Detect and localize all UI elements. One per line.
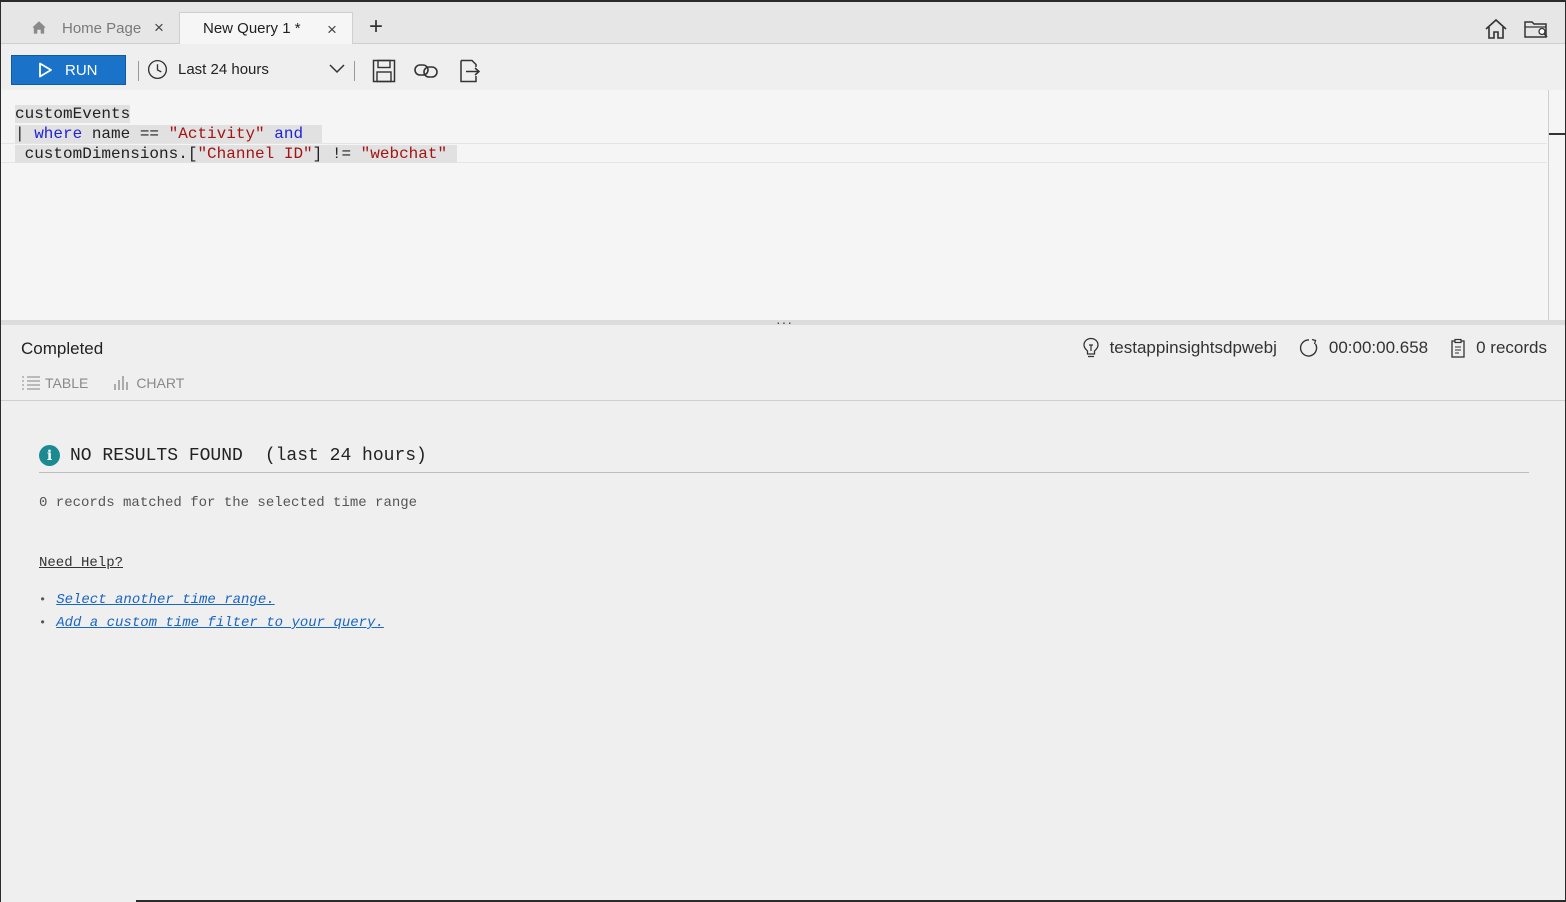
chart-icon <box>114 376 129 390</box>
bullet: • <box>39 616 47 630</box>
toolbar-divider <box>354 61 355 81</box>
export-icon[interactable] <box>456 58 482 84</box>
editor-scrollbar[interactable] <box>1548 90 1549 320</box>
link-icon[interactable] <box>413 58 439 84</box>
code-token: | <box>15 125 35 143</box>
list-item: • Add a custom time filter to your query… <box>39 612 1529 635</box>
tab-new-query[interactable]: New Query 1 * × <box>179 12 353 44</box>
code-token: name == <box>82 125 169 143</box>
code-string: "Channel ID" <box>197 145 313 163</box>
bullet: • <box>39 593 47 607</box>
splitter-grip[interactable]: ··· <box>776 314 793 330</box>
query-status: Completed <box>21 339 104 358</box>
query-text[interactable]: customEvents | where name == "Activity" … <box>15 104 457 164</box>
app-window: Home Page × New Query 1 * × + RUN Last 2… <box>0 0 1566 902</box>
code-keyword: where <box>34 125 83 143</box>
run-button[interactable]: RUN <box>11 55 126 85</box>
tab-strip: Home Page × New Query 1 * × + <box>1 2 1565 44</box>
records-count: 0 records <box>1476 338 1547 357</box>
tab-new-query-label: New Query 1 * <box>203 20 301 37</box>
results-divider <box>1 400 1565 401</box>
code-token: customDimensions.[ <box>15 145 198 163</box>
timer-icon <box>1299 338 1318 357</box>
plus-icon[interactable]: + <box>369 15 383 39</box>
tab-table[interactable]: TABLE <box>21 375 88 391</box>
scrollbar-marker <box>1549 133 1565 135</box>
tab-table-label: TABLE <box>45 375 89 391</box>
code-token: ] != <box>312 145 361 163</box>
home-icon <box>32 21 46 34</box>
records-info: 0 records <box>1450 338 1547 358</box>
code-line-2: | where name == "Activity" and <box>15 124 457 144</box>
tab-home-label: Home Page <box>62 19 142 37</box>
code-token: customEvents <box>15 105 131 123</box>
help-list: • Select another time range. • Add a cus… <box>39 589 1529 635</box>
table-icon <box>22 376 40 390</box>
list-item: • Select another time range. <box>39 589 1529 612</box>
query-editor[interactable]: customEvents | where name == "Activity" … <box>1 90 1565 320</box>
window-actions <box>1483 16 1549 42</box>
result-view-tabs: TABLE CHART <box>21 375 184 391</box>
save-icon[interactable] <box>371 58 397 84</box>
results-meta: testappinsightsdpwebj 00:00:00.658 0 rec… <box>1060 337 1547 359</box>
code-line-1: customEvents <box>15 104 457 124</box>
no-results-panel: i NO RESULTS FOUND (last 24 hours) 0 rec… <box>39 445 1529 635</box>
resource-info: testappinsightsdpwebj <box>1082 337 1277 359</box>
duration-info: 00:00:00.658 <box>1299 338 1428 358</box>
clipboard-icon <box>1451 338 1465 358</box>
pane-splitter[interactable]: ··· <box>1 314 1565 330</box>
code-string: "webchat" <box>360 145 448 163</box>
clock-icon <box>147 59 168 80</box>
time-range-value: Last 24 hours <box>178 61 269 78</box>
help-heading: Need Help? <box>39 555 124 571</box>
code-line-3: customDimensions.["Channel ID"] != "webc… <box>15 144 457 164</box>
code-string: "Activity" <box>168 125 265 143</box>
toolbar-divider <box>138 61 139 81</box>
run-label: RUN <box>65 61 98 79</box>
no-results-subtitle: 0 records matched for the selected time … <box>39 495 418 511</box>
add-time-filter-link[interactable]: Add a custom time filter to your query. <box>56 612 384 635</box>
resource-name: testappinsightsdpwebj <box>1109 338 1277 357</box>
folder-icon[interactable] <box>1523 16 1549 42</box>
info-icon: i <box>39 445 60 466</box>
home-icon[interactable] <box>1483 16 1509 42</box>
code-keyword: and <box>274 125 304 143</box>
no-results-title: NO RESULTS FOUND <box>70 445 243 466</box>
tab-chart[interactable]: CHART <box>112 375 184 391</box>
close-icon[interactable]: × <box>327 20 337 40</box>
close-icon[interactable]: × <box>154 18 164 38</box>
chevron-down-icon <box>329 64 345 74</box>
no-results-range: (last 24 hours) <box>264 445 427 466</box>
lightbulb-icon <box>1082 337 1099 358</box>
no-results-heading: i NO RESULTS FOUND (last 24 hours) <box>39 445 1529 473</box>
tab-chart-label: CHART <box>136 375 185 391</box>
tab-home-page[interactable]: Home Page × <box>21 12 179 44</box>
query-toolbar: RUN Last 24 hours <box>1 45 1565 90</box>
time-range-picker[interactable]: Last 24 hours <box>147 59 345 80</box>
select-time-range-link[interactable]: Select another time range. <box>56 589 274 612</box>
duration-value: 00:00:00.658 <box>1328 338 1429 357</box>
play-icon <box>39 62 52 78</box>
